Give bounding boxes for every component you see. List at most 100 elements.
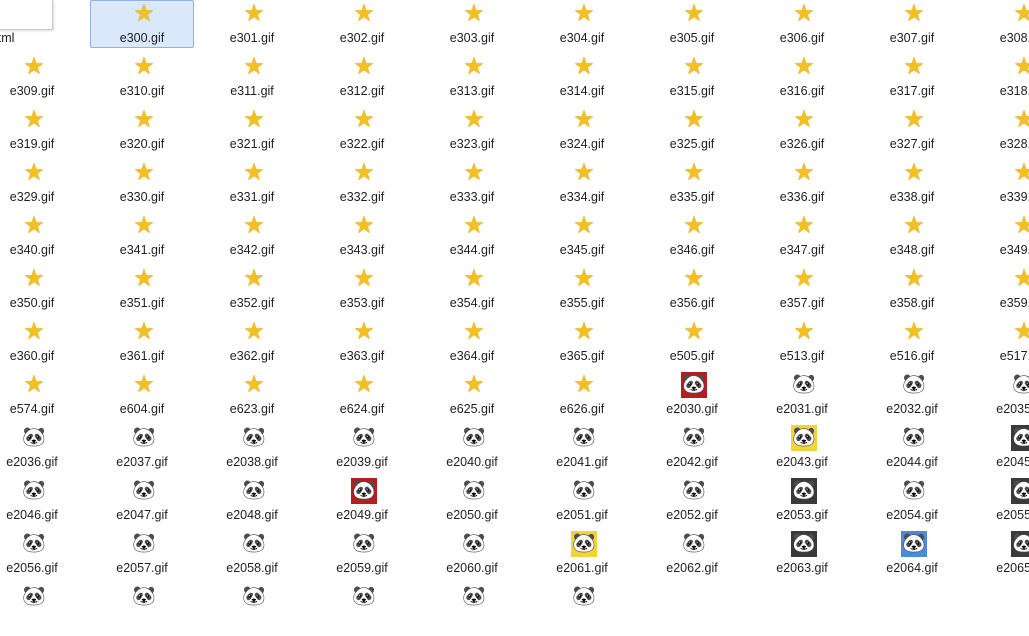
file-item[interactable]: ★ e326.gif	[750, 106, 854, 154]
file-item[interactable]: 🐼 e2041.gif	[530, 424, 634, 472]
file-item[interactable]: 🐼 e2032.gif	[860, 371, 964, 419]
file-item[interactable]: 🐼 e2037.gif	[90, 424, 194, 472]
file-item[interactable]: ★ e363.gif	[310, 318, 414, 366]
file-item[interactable]: ★ e305.gif	[640, 0, 744, 48]
file-item[interactable]: 🐼 e2040.gif	[420, 424, 524, 472]
file-item[interactable]: 🐼 e2031.gif	[750, 371, 854, 419]
file-item[interactable]: ★ e513.gif	[750, 318, 854, 366]
file-item[interactable]: 🐼 e2045.gif	[970, 424, 1029, 472]
file-item[interactable]: ★ e324.gif	[530, 106, 634, 154]
file-item[interactable]: ★ e303.gif	[420, 0, 524, 48]
file-item[interactable]: ★ e301.gif	[200, 0, 304, 48]
file-item[interactable]: 🐼 e2065.gif	[970, 530, 1029, 578]
file-item[interactable]: ★ e315.gif	[640, 53, 744, 101]
file-item[interactable]: ★ e332.gif	[310, 159, 414, 207]
file-item[interactable]: 🐼 e2051.gif	[530, 477, 634, 525]
file-item[interactable]: 🐼 e2053.gif	[750, 477, 854, 525]
file-item[interactable]: 🐼 e2046.gif	[0, 477, 84, 525]
file-item[interactable]: 🐼 e2038.gif	[200, 424, 304, 472]
file-item[interactable]: 🐼	[0, 583, 84, 631]
file-item[interactable]: ★ e341.gif	[90, 212, 194, 260]
file-item[interactable]: ★ e317.gif	[860, 53, 964, 101]
file-item[interactable]: 🐼 e2050.gif	[420, 477, 524, 525]
file-item[interactable]: 🐼 e2058.gif	[200, 530, 304, 578]
file-item[interactable]: ★ e623.gif	[200, 371, 304, 419]
file-item[interactable]: ★ e307.gif	[860, 0, 964, 48]
file-item[interactable]: ★ e626.gif	[530, 371, 634, 419]
file-item[interactable]: ★ e345.gif	[530, 212, 634, 260]
file-item[interactable]: ★ e302.gif	[310, 0, 414, 48]
file-item[interactable]: 🐼 e2036.gif	[0, 424, 84, 472]
file-item[interactable]: ★ e350.gif	[0, 265, 84, 313]
file-item[interactable]: ★ e334.gif	[530, 159, 634, 207]
file-item[interactable]: ★ e352.gif	[200, 265, 304, 313]
file-item[interactable]: ★ e304.gif	[530, 0, 634, 48]
file-item[interactable]: ★ e306.gif	[750, 0, 854, 48]
file-item[interactable]: 🐼	[530, 583, 634, 631]
file-item[interactable]: ★ e364.gif	[420, 318, 524, 366]
file-item[interactable]: 🐼	[310, 583, 414, 631]
file-item[interactable]: ★ e624.gif	[310, 371, 414, 419]
file-item[interactable]: ★ e322.gif	[310, 106, 414, 154]
file-item[interactable]: 🐼 e2054.gif	[860, 477, 964, 525]
file-item[interactable]: 🐼 e2061.gif	[530, 530, 634, 578]
file-item[interactable]: 4-gif.html	[0, 0, 84, 48]
file-item[interactable]: ★ e314.gif	[530, 53, 634, 101]
file-item[interactable]: ★ e311.gif	[200, 53, 304, 101]
file-item[interactable]: 🐼 e2056.gif	[0, 530, 84, 578]
file-item[interactable]: ★ e346.gif	[640, 212, 744, 260]
file-item[interactable]: 🐼 e2044.gif	[860, 424, 964, 472]
file-item[interactable]: 🐼	[420, 583, 524, 631]
file-item[interactable]: ★ e355.gif	[530, 265, 634, 313]
file-item[interactable]: 🐼 e2052.gif	[640, 477, 744, 525]
file-item[interactable]: ★ e339.gif	[970, 159, 1029, 207]
file-item[interactable]: ★ e340.gif	[0, 212, 84, 260]
file-item[interactable]: ★ e309.gif	[0, 53, 84, 101]
file-item[interactable]: ★ e319.gif	[0, 106, 84, 154]
file-item[interactable]: 🐼 e2043.gif	[750, 424, 854, 472]
file-item[interactable]: ★ e344.gif	[420, 212, 524, 260]
file-item[interactable]: ★ e353.gif	[310, 265, 414, 313]
file-item[interactable]: 🐼 e2059.gif	[310, 530, 414, 578]
file-item[interactable]: ★ e333.gif	[420, 159, 524, 207]
file-item[interactable]: ★ e327.gif	[860, 106, 964, 154]
file-item[interactable]: ★ e574.gif	[0, 371, 84, 419]
file-item[interactable]: ★ e358.gif	[860, 265, 964, 313]
file-item[interactable]: 🐼	[200, 583, 304, 631]
file-item[interactable]: ★ e313.gif	[420, 53, 524, 101]
file-item[interactable]: ★ e348.gif	[860, 212, 964, 260]
file-item[interactable]: ★ e362.gif	[200, 318, 304, 366]
file-item[interactable]: ★ e342.gif	[200, 212, 304, 260]
file-item[interactable]: ★ e356.gif	[640, 265, 744, 313]
file-item[interactable]: 🐼 e2055.gif	[970, 477, 1029, 525]
file-item[interactable]: ★ e310.gif	[90, 53, 194, 101]
file-item[interactable]: ★ e308.gif	[970, 0, 1029, 48]
file-item[interactable]: ★ e625.gif	[420, 371, 524, 419]
file-item[interactable]: 🐼 e2063.gif	[750, 530, 854, 578]
file-item[interactable]: 🐼 e2057.gif	[90, 530, 194, 578]
file-item[interactable]: ★ e516.gif	[860, 318, 964, 366]
file-item[interactable]: ★ e365.gif	[530, 318, 634, 366]
file-item[interactable]: ★ e604.gif	[90, 371, 194, 419]
file-item[interactable]: ★ e329.gif	[0, 159, 84, 207]
file-item[interactable]: ★ e517.gif	[970, 318, 1029, 366]
file-item[interactable]: ★ e349.gif	[970, 212, 1029, 260]
file-item[interactable]: ★ e318.gif	[970, 53, 1029, 101]
file-item[interactable]: 🐼 e2049.gif	[310, 477, 414, 525]
file-item[interactable]: ★ e361.gif	[90, 318, 194, 366]
file-item[interactable]: 🐼 e2039.gif	[310, 424, 414, 472]
file-item[interactable]: ★ e300.gif	[90, 0, 194, 48]
file-item[interactable]: ★ e351.gif	[90, 265, 194, 313]
file-item[interactable]: ★ e321.gif	[200, 106, 304, 154]
file-item[interactable]: ★ e312.gif	[310, 53, 414, 101]
file-item[interactable]: ★ e360.gif	[0, 318, 84, 366]
file-item[interactable]: ★ e347.gif	[750, 212, 854, 260]
file-item[interactable]: ★ e325.gif	[640, 106, 744, 154]
file-item[interactable]: 🐼 e2042.gif	[640, 424, 744, 472]
file-item[interactable]: ★ e354.gif	[420, 265, 524, 313]
file-item[interactable]: ★ e331.gif	[200, 159, 304, 207]
file-item[interactable]: 🐼 e2048.gif	[200, 477, 304, 525]
file-item[interactable]: ★ e335.gif	[640, 159, 744, 207]
file-item[interactable]: ★ e328.gif	[970, 106, 1029, 154]
file-item[interactable]: ★ e336.gif	[750, 159, 854, 207]
